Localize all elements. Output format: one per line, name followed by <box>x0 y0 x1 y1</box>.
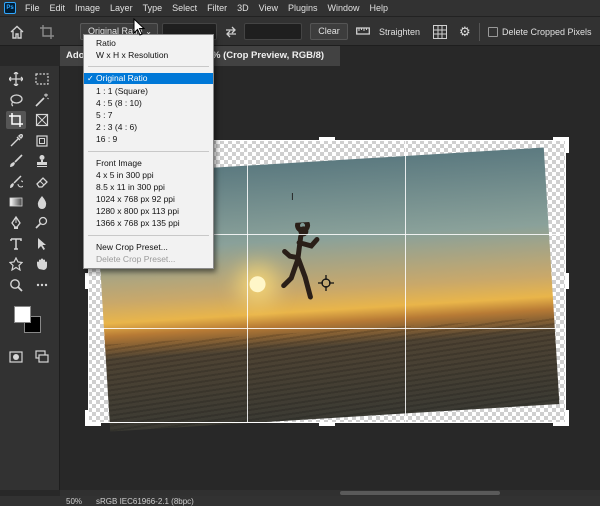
dropdown-option[interactable]: 1 : 1 (Square) <box>84 86 213 97</box>
delete-cropped-pixels-checkbox[interactable] <box>488 27 498 37</box>
menu-view[interactable]: View <box>254 3 283 13</box>
dropdown-divider <box>88 66 209 67</box>
crop-tool-icon[interactable] <box>6 111 26 129</box>
home-icon[interactable] <box>10 25 24 39</box>
crop-center-target-icon <box>318 275 334 291</box>
pen-tool-icon[interactable] <box>6 214 26 232</box>
lasso-tool-icon[interactable] <box>6 91 26 109</box>
eraser-tool-icon[interactable] <box>32 173 52 191</box>
dropdown-option-label: Original Ratio <box>96 73 148 83</box>
height-field[interactable] <box>244 23 302 40</box>
menu-file[interactable]: File <box>20 3 45 13</box>
brush-tool-icon[interactable] <box>6 152 26 170</box>
dropdown-option[interactable]: 4 x 5 in 300 ppi <box>84 170 213 181</box>
menu-select[interactable]: Select <box>167 3 202 13</box>
dropdown-option[interactable]: Ratio <box>84 38 213 49</box>
dropdown-option[interactable]: W x H x Resolution <box>84 50 213 61</box>
menu-plugins[interactable]: Plugins <box>283 3 323 13</box>
menu-bar: Ps File Edit Image Layer Type Select Fil… <box>0 0 600 16</box>
menu-layer[interactable]: Layer <box>105 3 138 13</box>
scrollbar-thumb[interactable] <box>340 491 500 495</box>
mouse-pointer-icon <box>133 17 147 38</box>
crop-handle-top-right-v[interactable] <box>565 137 569 153</box>
crop-tool-preset-icon[interactable] <box>40 25 54 39</box>
type-tool-icon[interactable] <box>6 235 26 253</box>
menu-image[interactable]: Image <box>70 3 105 13</box>
dropdown-divider <box>88 235 209 236</box>
gradient-tool-icon[interactable] <box>6 193 26 211</box>
swap-icon[interactable] <box>224 25 238 39</box>
menu-help[interactable]: Help <box>365 3 394 13</box>
dropdown-option[interactable]: 1024 x 768 px 92 ppi <box>84 194 213 205</box>
status-bar: 50% sRGB IEC61966-2.1 (8bpc) <box>0 496 600 506</box>
dropdown-option[interactable]: 5 : 7 <box>84 110 213 121</box>
crop-handle-bottom-right-v[interactable] <box>565 410 569 426</box>
frame-tool-icon[interactable] <box>32 111 52 129</box>
stamp-tool-icon[interactable] <box>32 152 52 170</box>
menu-window[interactable]: Window <box>323 3 365 13</box>
custom-shape-tool-icon[interactable] <box>6 255 26 273</box>
more-tools-icon[interactable] <box>32 276 52 294</box>
hand-tool-icon[interactable] <box>32 255 52 273</box>
dropdown-divider <box>88 151 209 152</box>
photoshop-logo-icon: Ps <box>4 2 16 14</box>
quick-mask-icon[interactable] <box>6 348 26 366</box>
crop-grid-line <box>405 140 406 423</box>
crop-handle-right[interactable] <box>565 273 569 289</box>
clear-button[interactable]: Clear <box>310 23 348 40</box>
magic-wand-tool-icon[interactable] <box>32 91 52 109</box>
crop-handle-bottom-left-v[interactable] <box>85 410 89 426</box>
zoom-level[interactable]: 50% <box>66 497 82 506</box>
crop-grid-line <box>247 140 248 423</box>
document-tab-title-start: Ado <box>66 50 85 61</box>
move-tool-icon[interactable] <box>6 70 26 88</box>
checkmark-icon: ✓ <box>87 74 94 83</box>
dropdown-option[interactable]: 4 : 5 (8 : 10) <box>84 98 213 109</box>
menu-3d[interactable]: 3D <box>232 3 254 13</box>
options-divider <box>479 23 480 41</box>
zoom-tool-icon[interactable] <box>6 276 26 294</box>
text-cursor-icon: I <box>291 192 294 203</box>
straighten-label[interactable]: Straighten <box>379 27 420 37</box>
dropdown-option-disabled: Delete Crop Preset... <box>96 254 176 264</box>
dropdown-option[interactable]: 16 : 9 <box>84 134 213 145</box>
crop-handle-top[interactable] <box>319 137 335 141</box>
foreground-color-swatch-top[interactable] <box>14 306 31 323</box>
frame-grid-tool-icon[interactable] <box>32 132 52 150</box>
crop-handle-bottom[interactable] <box>319 422 335 426</box>
path-selection-tool-icon[interactable] <box>32 235 52 253</box>
dodge-tool-icon[interactable] <box>32 214 52 232</box>
dropdown-option[interactable]: New Crop Preset... <box>84 242 213 253</box>
crop-ratio-dropdown: Ratio W x H x Resolution ✓ Original Rati… <box>83 34 294 269</box>
eyedropper-tool-icon[interactable] <box>6 132 26 150</box>
straighten-icon[interactable] <box>356 25 370 37</box>
menu-edit[interactable]: Edit <box>45 3 71 13</box>
menu-type[interactable]: Type <box>138 3 168 13</box>
dropdown-option[interactable]: 1366 x 768 px 135 ppi <box>84 218 213 229</box>
document-tab-title-end: % (Crop Preview, RGB/8) <box>212 50 325 61</box>
gear-icon[interactable]: ⚙ <box>459 25 473 39</box>
color-profile[interactable]: sRGB IEC61966-2.1 (8bpc) <box>96 497 194 506</box>
screen-mode-icon[interactable] <box>32 348 52 366</box>
dropdown-option[interactable]: 1280 x 800 px 113 ppi <box>84 206 213 217</box>
tools-panel <box>0 66 60 490</box>
crop-grid-line <box>88 328 566 329</box>
marquee-tool-icon[interactable] <box>32 70 52 88</box>
menu-filter[interactable]: Filter <box>202 3 232 13</box>
dropdown-option-selected[interactable]: ✓ Original Ratio <box>84 73 213 84</box>
dropdown-option[interactable]: 8.5 x 11 in 300 ppi <box>84 182 213 193</box>
dropdown-option[interactable]: Front Image <box>84 158 213 169</box>
history-brush-tool-icon[interactable] <box>6 173 26 191</box>
delete-cropped-pixels-label[interactable]: Delete Cropped Pixels <box>502 27 592 37</box>
blur-tool-icon[interactable] <box>32 193 52 211</box>
dropdown-option[interactable]: 2 : 3 (4 : 6) <box>84 122 213 133</box>
overlay-grid-icon[interactable] <box>433 25 447 39</box>
crop-handle-left[interactable] <box>85 273 89 289</box>
